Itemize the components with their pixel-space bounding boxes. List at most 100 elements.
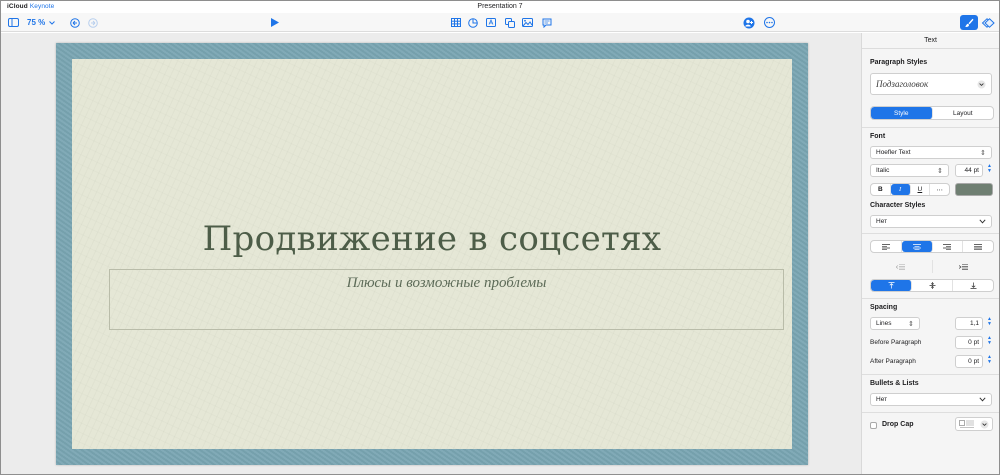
comment-icon[interactable] bbox=[541, 17, 552, 28]
collaborate-icon[interactable] bbox=[742, 16, 755, 29]
style-layout-tabs: Style Layout bbox=[870, 106, 994, 120]
align-center-icon bbox=[912, 243, 921, 250]
slide-canvas[interactable]: Продвижение в соцсетях Плюсы и возможные… bbox=[1, 33, 861, 474]
indent-buttons bbox=[870, 260, 994, 273]
align-middle-button[interactable] bbox=[912, 280, 953, 291]
after-paragraph-field[interactable]: 0 pt bbox=[955, 355, 983, 368]
paragraph-style-dropdown[interactable]: Подзаголовок bbox=[870, 73, 992, 95]
font-size-field[interactable]: 44 pt bbox=[955, 164, 983, 177]
alignment-buttons bbox=[870, 240, 994, 253]
subtitle-textbox[interactable]: Плюсы и возможные проблемы bbox=[109, 269, 784, 330]
typeface-dropdown[interactable]: Italic ⇕ bbox=[870, 164, 949, 177]
align-right-button[interactable] bbox=[933, 241, 964, 252]
underline-button[interactable]: U bbox=[911, 184, 931, 195]
tab-layout[interactable]: Layout bbox=[933, 107, 994, 119]
divider bbox=[862, 374, 999, 375]
justify-button[interactable] bbox=[963, 241, 993, 252]
redo-icon[interactable] bbox=[87, 17, 98, 28]
chart-icon[interactable] bbox=[467, 17, 478, 28]
italic-button[interactable]: I bbox=[890, 184, 911, 195]
typeface-value: Italic bbox=[876, 167, 890, 174]
justify-icon bbox=[974, 243, 983, 250]
vertical-alignment-buttons bbox=[870, 279, 994, 292]
tab-style[interactable]: Style bbox=[871, 107, 933, 119]
after-paragraph-value: 0 pt bbox=[968, 358, 979, 365]
shape-icon[interactable] bbox=[504, 17, 515, 28]
before-paragraph-stepper[interactable]: ▲ ▼ bbox=[986, 336, 993, 346]
font-size-stepper[interactable]: ▲ ▼ bbox=[986, 164, 993, 174]
chevron-down-icon: ▼ bbox=[987, 168, 992, 174]
slide[interactable]: Продвижение в соцсетях Плюсы и возможные… bbox=[56, 43, 808, 465]
diamond-icon bbox=[981, 17, 995, 28]
line-spacing-field[interactable]: 1,1 bbox=[955, 317, 983, 330]
format-inspector: Text Paragraph Styles Подзаголовок Style… bbox=[861, 33, 999, 474]
title-bar: iCloud Keynote Presentation 7 bbox=[1, 1, 999, 13]
increase-indent-button[interactable] bbox=[933, 260, 995, 273]
character-style-value: Нет bbox=[876, 218, 888, 225]
chevron-down-icon bbox=[49, 20, 56, 25]
animate-button[interactable] bbox=[979, 15, 997, 30]
bold-button[interactable]: B bbox=[871, 184, 891, 195]
decrease-indent-button[interactable] bbox=[870, 260, 933, 273]
bullets-dropdown[interactable]: Нет bbox=[870, 393, 992, 406]
divider bbox=[862, 233, 999, 234]
chevron-down-icon: ▼ bbox=[987, 359, 992, 365]
format-button[interactable] bbox=[960, 15, 978, 30]
before-paragraph-label: Before Paragraph bbox=[870, 339, 922, 346]
chevron-down-icon bbox=[977, 80, 986, 88]
character-style-dropdown[interactable]: Нет bbox=[870, 215, 992, 228]
decrease-indent-icon bbox=[896, 263, 906, 270]
align-left-icon bbox=[881, 243, 890, 250]
updown-icon: ⇕ bbox=[937, 167, 943, 175]
play-icon[interactable] bbox=[269, 17, 280, 28]
drop-cap-checkbox[interactable] bbox=[870, 422, 877, 429]
spacing-mode-value: Lines bbox=[876, 320, 892, 327]
text-color-swatch[interactable] bbox=[955, 183, 993, 196]
drop-cap-style-dropdown[interactable] bbox=[955, 417, 993, 431]
divider bbox=[862, 298, 999, 299]
chevron-down-icon bbox=[979, 397, 986, 402]
paintbrush-icon bbox=[965, 18, 974, 27]
before-paragraph-value: 0 pt bbox=[968, 339, 979, 346]
align-bottom-icon bbox=[970, 282, 976, 289]
document-title[interactable]: Presentation 7 bbox=[1, 3, 999, 10]
slide-subtitle[interactable]: Плюсы и возможные проблемы bbox=[110, 275, 783, 292]
increase-indent-icon bbox=[958, 263, 968, 270]
more-font-options-button[interactable]: ⋯ bbox=[930, 184, 949, 195]
font-style-buttons: B I U ⋯ bbox=[870, 183, 950, 196]
inspector-tab-text[interactable]: Text bbox=[862, 33, 999, 49]
align-top-button[interactable] bbox=[871, 280, 912, 291]
zoom-menu[interactable]: 75 % bbox=[27, 16, 56, 29]
media-icon[interactable] bbox=[522, 17, 533, 28]
align-center-button[interactable] bbox=[901, 241, 933, 252]
drop-cap-label: Drop Cap bbox=[882, 421, 914, 428]
paragraph-style-value: Подзаголовок bbox=[876, 79, 929, 89]
sidebar-icon[interactable] bbox=[7, 17, 19, 28]
paragraph-styles-label: Paragraph Styles bbox=[870, 59, 928, 66]
divider bbox=[862, 412, 999, 413]
spacing-mode-dropdown[interactable]: Lines ⇕ bbox=[870, 317, 920, 330]
align-top-icon bbox=[888, 282, 894, 289]
toolbar: 75 % bbox=[1, 13, 999, 32]
align-right-icon bbox=[943, 243, 952, 250]
line-spacing-stepper[interactable]: ▲ ▼ bbox=[986, 317, 993, 327]
divider bbox=[862, 127, 999, 128]
align-left-button[interactable] bbox=[871, 241, 902, 252]
after-paragraph-stepper[interactable]: ▲ ▼ bbox=[986, 355, 993, 365]
updown-icon: ⇕ bbox=[980, 149, 986, 157]
more-icon[interactable] bbox=[763, 16, 776, 29]
text-icon[interactable] bbox=[485, 17, 496, 28]
font-family-value: Hoefler Text bbox=[876, 149, 911, 156]
undo-icon[interactable] bbox=[69, 17, 80, 28]
table-icon[interactable] bbox=[450, 17, 461, 28]
before-paragraph-field[interactable]: 0 pt bbox=[955, 336, 983, 349]
slide-title[interactable]: Продвижение в соцсетях bbox=[72, 219, 792, 259]
spacing-label: Spacing bbox=[870, 304, 898, 311]
align-bottom-button[interactable] bbox=[953, 280, 993, 291]
drop-cap-icon bbox=[959, 419, 974, 428]
chevron-down-icon bbox=[979, 219, 986, 224]
chevron-down-icon: ▼ bbox=[987, 321, 992, 327]
font-size-value: 44 pt bbox=[964, 167, 979, 174]
font-family-dropdown[interactable]: Hoefler Text ⇕ bbox=[870, 146, 992, 159]
chevron-down-icon: ▼ bbox=[987, 340, 992, 346]
